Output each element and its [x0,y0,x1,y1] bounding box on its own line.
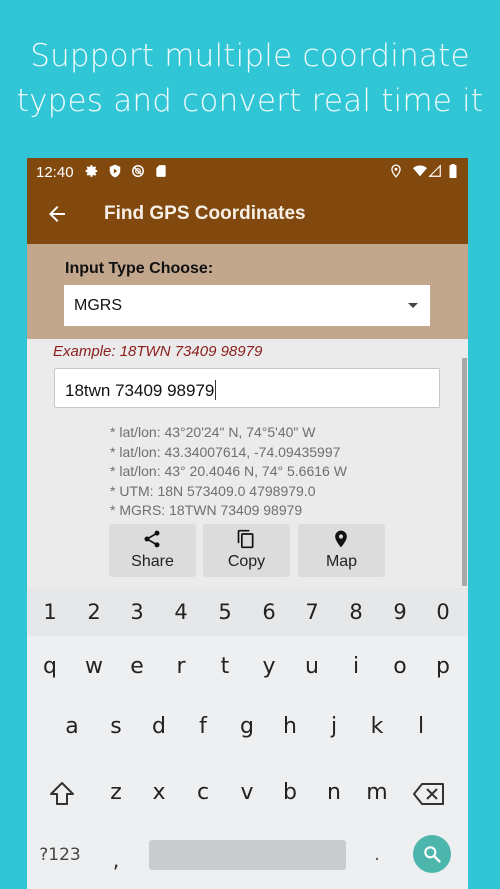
key-p[interactable]: p [423,654,463,679]
location-icon [391,164,401,178]
key-9[interactable]: 9 [380,600,420,624]
key-5[interactable]: 5 [205,600,245,624]
comma-key[interactable]: , [96,848,136,872]
key-g[interactable]: g [227,714,267,739]
key-a[interactable]: a [52,714,92,739]
map-label: Map [325,553,358,570]
search-icon [424,846,441,863]
key-t[interactable]: t [205,654,245,679]
key-4[interactable]: 4 [161,600,201,624]
key-q[interactable]: q [30,654,70,679]
status-bar: 12:40 [27,158,468,186]
key-m[interactable]: m [357,780,397,805]
key-1[interactable]: 1 [30,600,70,624]
key-y[interactable]: y [249,654,289,679]
headline-line-2: types and convert real time it [16,83,484,119]
key-z[interactable]: z [96,780,136,805]
conversion-results: * lat/lon: 43°20'24" N, 74°5'40" W * lat… [110,423,347,521]
share-label: Share [131,553,174,570]
dropdown-arrow-icon [408,303,418,308]
copy-label: Copy [227,553,266,570]
battery-icon [449,164,457,178]
period-key[interactable]: . [357,844,397,865]
key-d[interactable]: d [139,714,179,739]
map-button[interactable]: Map [298,524,385,577]
headline-line-1: Support multiple coordinate [30,38,470,74]
key-3[interactable]: 3 [117,600,157,624]
share-button[interactable]: Share [109,524,196,577]
key-h[interactable]: h [270,714,310,739]
key-2[interactable]: 2 [74,600,114,624]
map-pin-icon [335,530,347,548]
example-hint: Example: 18TWN 73409 98979 [53,343,263,360]
text-caret [215,380,217,400]
soft-keyboard: 1 2 3 4 5 6 7 8 9 0 q w e r t y u i o p … [27,588,468,889]
key-f[interactable]: f [183,714,223,739]
phone-screen: 12:40 Find GPS Coordinates Input Type Ch… [27,158,468,889]
key-n[interactable]: n [314,780,354,805]
app-bar: Find GPS Coordinates [27,186,468,244]
key-j[interactable]: j [314,714,354,739]
key-b[interactable]: b [270,780,310,805]
key-0[interactable]: 0 [423,600,463,624]
key-v[interactable]: v [227,780,267,805]
key-6[interactable]: 6 [249,600,289,624]
key-u[interactable]: u [292,654,332,679]
keyboard-number-row: 1 2 3 4 5 6 7 8 9 0 [27,588,468,636]
key-x[interactable]: x [139,780,179,805]
key-8[interactable]: 8 [336,600,376,624]
input-type-selected: MGRS [74,297,122,314]
space-key[interactable] [149,840,346,870]
sd-card-icon [156,165,166,177]
key-l[interactable]: l [401,714,441,739]
key-e[interactable]: e [117,654,157,679]
key-i[interactable]: i [336,654,376,679]
copy-button[interactable]: Copy [203,524,290,577]
coordinate-input-value: 18twn 73409 98979 [65,380,217,401]
result-mgrs: * MGRS: 18TWN 73409 98979 [110,502,303,518]
coordinate-input[interactable]: 18twn 73409 98979 [54,368,440,408]
key-7[interactable]: 7 [292,600,332,624]
gear-icon [85,165,98,177]
key-r[interactable]: r [161,654,201,679]
symbols-key[interactable]: ?123 [37,845,83,865]
status-time: 12:40 [36,164,74,181]
wifi-icon [413,165,427,177]
promo-headline: Support multiple coordinate types and co… [0,34,500,124]
input-type-panel: Input Type Choose: MGRS [27,244,468,339]
key-k[interactable]: k [357,714,397,739]
result-latlon-decimal: * lat/lon: 43.34007614, -74.09435997 [110,443,341,460]
shift-key-icon[interactable] [42,781,82,807]
input-type-label: Input Type Choose: [65,260,214,277]
copy-icon [237,529,254,549]
result-latlon-dm: * lat/lon: 43° 20.4046 N, 74° 5.6616 W [110,463,347,479]
scrollbar[interactable] [462,358,467,586]
no-sync-icon [132,165,144,177]
coordinate-input-text: 18twn 73409 98979 [65,381,215,400]
key-o[interactable]: o [380,654,420,679]
share-icon [144,530,160,548]
result-latlon-dms: * lat/lon: 43°20'24" N, 74°5'40" W [110,424,316,440]
key-c[interactable]: c [183,780,223,805]
shield-play-icon [109,164,121,178]
signal-icon [428,164,441,177]
backspace-key-icon[interactable] [412,782,446,806]
result-utm: * UTM: 18N 573409.0 4798979.0 [110,482,316,499]
page-title: Find GPS Coordinates [104,203,306,224]
arrow-back-icon[interactable] [45,202,69,226]
input-type-dropdown[interactable]: MGRS [64,285,430,326]
key-s[interactable]: s [96,714,136,739]
key-w[interactable]: w [74,654,114,679]
search-key[interactable] [413,835,451,873]
